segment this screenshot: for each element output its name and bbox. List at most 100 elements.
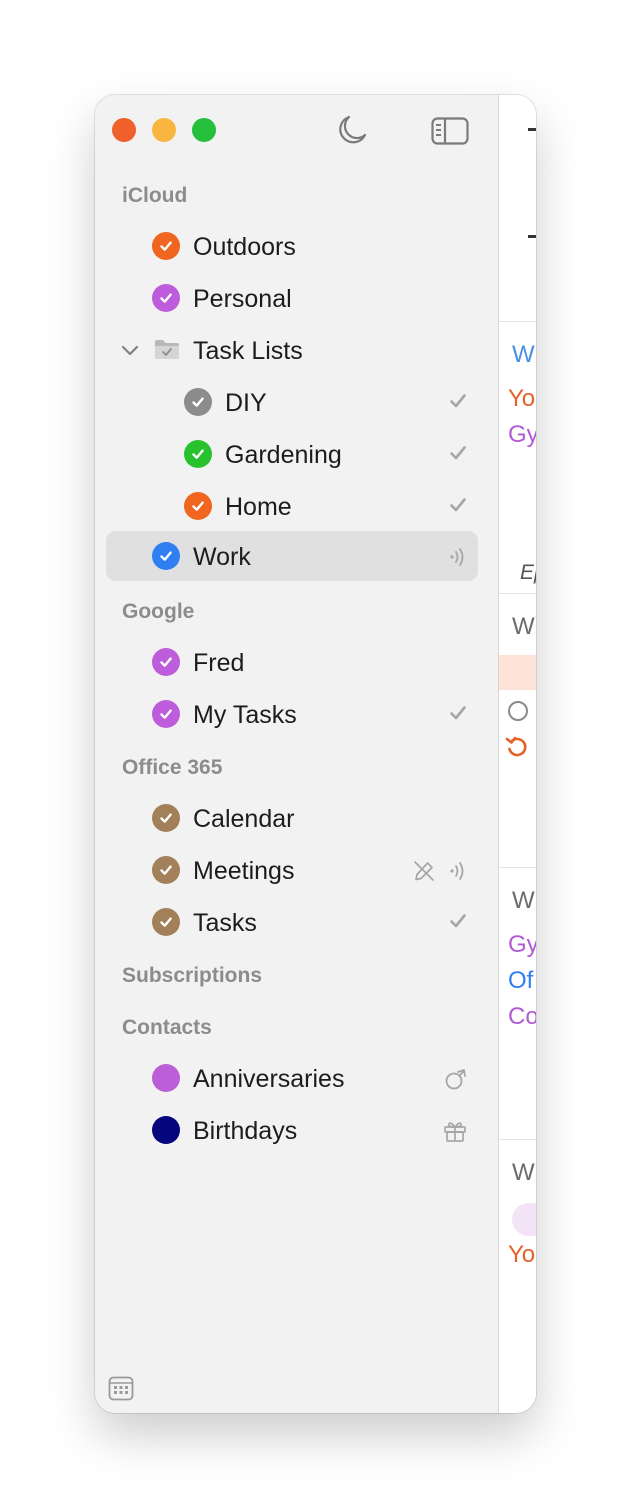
content-header-text: W [512,341,535,368]
content-event-text[interactable]: Yo [508,385,535,413]
list-item-label: DIY [225,389,267,417]
gift-icon [442,1119,468,1143]
checkmark-icon [448,703,468,723]
list-color-check[interactable] [152,804,180,832]
broadcast-icon [448,545,468,569]
checkmark-icon [160,865,172,875]
list-item-meetings[interactable]: Meetings [106,845,478,895]
list-item-label: My Tasks [193,701,297,729]
pencil-slash-icon [412,859,436,883]
checkmark-icon [160,657,172,667]
list-item-label: Outdoors [193,233,296,261]
list-color-check[interactable] [184,388,212,416]
task-circle-icon[interactable] [508,701,528,721]
list-item-home[interactable]: Home [106,481,478,531]
close-window-button[interactable] [112,118,136,142]
content-event-text[interactable]: Gy [508,421,536,449]
list-accessories [442,1119,468,1143]
checkmark-icon [448,911,468,931]
list-color-check[interactable] [152,856,180,884]
list-item-my-tasks[interactable]: My Tasks [106,689,478,739]
clipped-title-glyph [528,128,536,131]
checkmark-icon [160,551,172,561]
section-header-subscriptions: Subscriptions [122,964,263,987]
list-color-check[interactable] [152,700,180,728]
list-accessories [448,443,468,463]
list-accessories [444,1067,468,1091]
content-label-text: Ep [520,561,536,584]
checkmark-icon [192,449,204,459]
section-header-google: Google [122,600,195,623]
list-item-label: Personal [193,285,292,313]
content-divider [499,593,536,594]
checkmark-icon [448,443,468,463]
content-event-text[interactable]: Gy [508,931,536,959]
list-color-dot[interactable] [152,1064,180,1092]
list-color-check[interactable] [152,648,180,676]
list-accessories [448,545,468,569]
list-item-personal[interactable]: Personal [106,273,478,323]
list-item-birthdays[interactable]: Birthdays [106,1105,478,1155]
list-color-dot[interactable] [152,1116,180,1144]
content-divider [499,1139,536,1140]
checkmark-icon [160,293,172,303]
list-item-label: Calendar [193,805,295,833]
list-item-work[interactable]: Work [106,531,478,581]
list-item-gardening[interactable]: Gardening [106,429,478,479]
list-item-outdoors[interactable]: Outdoors [106,221,478,271]
list-accessories [448,703,468,723]
content-event-text[interactable]: Co [508,1003,536,1031]
list-color-check[interactable] [152,232,180,260]
list-item-label: Work [193,543,251,571]
section-header-office-365: Office 365 [122,756,223,779]
sidebar-toggle-icon[interactable] [431,117,469,145]
list-item-anniversaries[interactable]: Anniversaries [106,1053,478,1103]
list-item-diy[interactable]: DIY [106,377,478,427]
checkmark-icon [160,709,172,719]
zoom-window-button[interactable] [192,118,216,142]
list-color-check[interactable] [184,492,212,520]
list-accessories [412,859,468,883]
content-divider [499,867,536,868]
clipped-title-glyph [528,235,536,238]
list-item-label: Gardening [225,441,342,469]
minimize-window-button[interactable] [152,118,176,142]
app-window: iCloud Outdoors Personal Task Lists DIY [95,95,536,1413]
group-item-task-lists[interactable]: Task Lists [106,325,478,375]
list-accessories [448,495,468,515]
checkmark-icon [448,391,468,411]
list-color-check[interactable] [152,284,180,312]
group-item-label: Task Lists [193,337,303,365]
list-item-label: Meetings [193,857,295,885]
checkmark-icon [192,501,204,511]
content-event-text[interactable]: Of [508,967,533,995]
list-color-check[interactable] [152,542,180,570]
event-pill[interactable] [512,1203,536,1236]
list-item-label: Fred [193,649,245,677]
list-color-check[interactable] [152,908,180,936]
list-item-calendar[interactable]: Calendar [106,793,478,843]
moon-icon[interactable] [335,113,371,147]
list-item-label: Birthdays [193,1117,298,1145]
checkmark-icon [448,495,468,515]
list-item-fred[interactable]: Fred [106,637,478,687]
content-header-text: W [512,887,535,914]
content-pane-clipped: W Yo Gy Ep W W Gy Of Co W Yo [499,95,536,1413]
calendar-grid-icon[interactable] [108,1375,134,1401]
folder-icon [155,340,179,359]
list-accessories [448,391,468,411]
list-accessories [448,911,468,931]
section-header-contacts: Contacts [122,1016,212,1039]
list-item-label: Tasks [193,909,257,937]
content-header-text: W [512,613,535,640]
sidebar: iCloud Outdoors Personal Task Lists DIY [95,95,499,1413]
chevron-down-icon[interactable] [120,340,140,360]
section-header-icloud: iCloud [122,184,188,207]
list-item-tasks[interactable]: Tasks [106,897,478,947]
checkmark-icon [160,241,172,251]
list-item-label: Home [225,493,292,521]
list-color-check[interactable] [184,440,212,468]
highlight-band [499,655,536,690]
broadcast-icon [448,859,468,883]
content-event-text[interactable]: Yo [508,1241,535,1269]
